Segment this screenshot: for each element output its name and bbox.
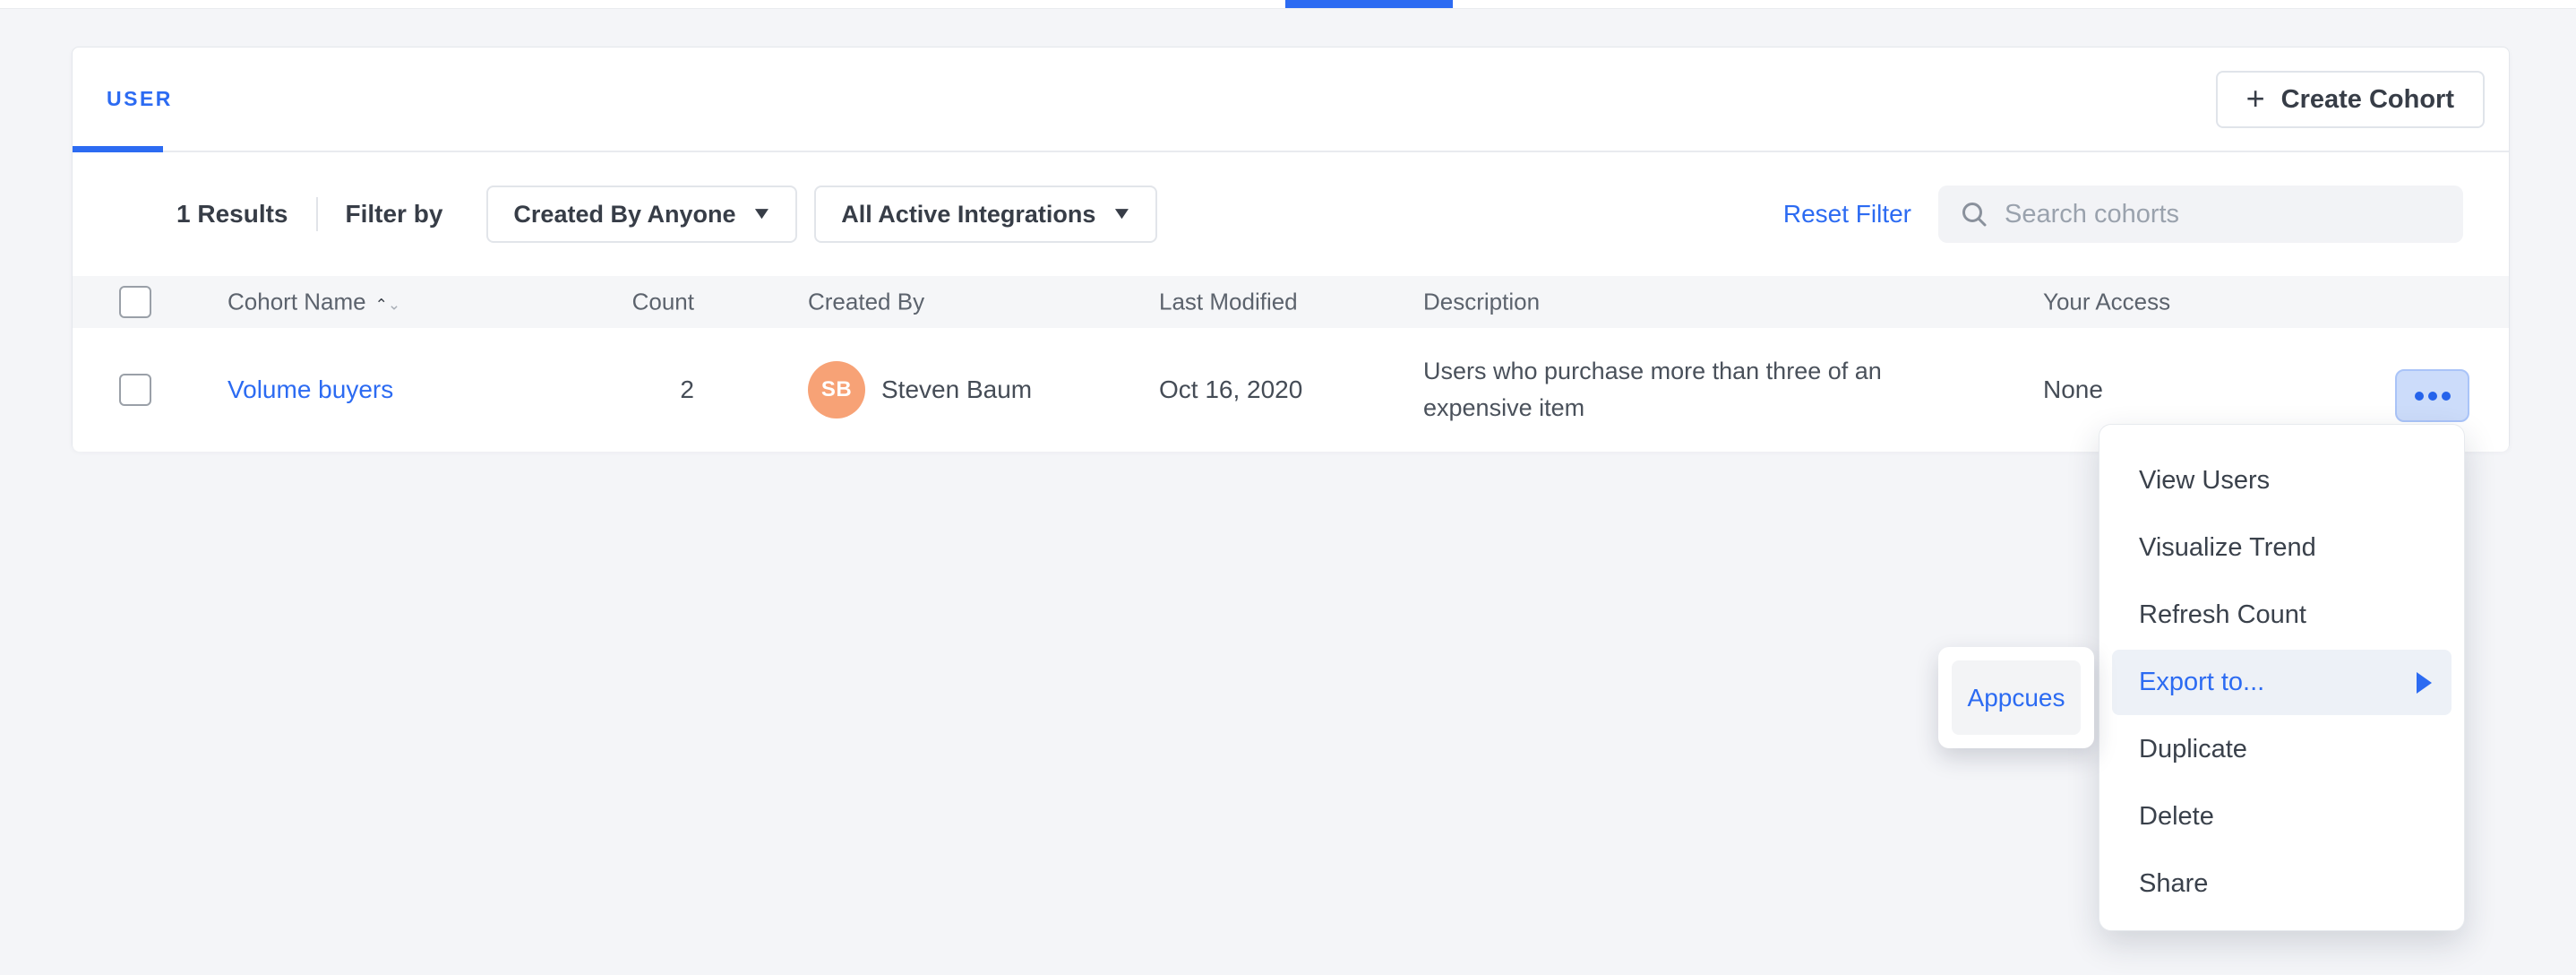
select-all-checkbox[interactable] xyxy=(119,286,151,318)
filter-by-label: Filter by xyxy=(346,200,443,229)
menu-item-share[interactable]: Share xyxy=(2099,850,2464,918)
header-your-access: Your Access xyxy=(2043,289,2170,316)
sort-icon: ⌃⌄ xyxy=(375,297,401,315)
export-submenu: Appcues xyxy=(1938,647,2094,748)
created-by-dropdown[interactable]: Created By Anyone ▼ xyxy=(486,186,797,243)
creator-name: Steven Baum xyxy=(881,375,1032,404)
cohorts-card: USER + Create Cohort 1 Results Filter by… xyxy=(72,47,2510,451)
integrations-dropdown-label: All Active Integrations xyxy=(841,201,1095,229)
tab-user[interactable]: USER xyxy=(107,87,173,111)
menu-item-view-users[interactable]: View Users xyxy=(2099,447,2464,514)
top-active-tab-indicator xyxy=(1285,0,1453,8)
search-box[interactable] xyxy=(1938,186,2463,243)
header-cohort-name[interactable]: Cohort Name ⌃⌄ xyxy=(228,289,400,316)
header-last-modified[interactable]: Last Modified xyxy=(1159,289,1298,316)
more-dots-icon xyxy=(2442,392,2451,401)
plus-icon: + xyxy=(2246,82,2265,115)
menu-item-export-to[interactable]: Export to... xyxy=(2112,650,2451,715)
create-cohort-label: Create Cohort xyxy=(2281,85,2454,115)
menu-item-export-to-label: Export to... xyxy=(2139,668,2264,697)
search-icon xyxy=(1960,200,1988,229)
row-actions-button[interactable] xyxy=(2395,369,2469,422)
reset-filter-link[interactable]: Reset Filter xyxy=(1783,200,1911,229)
last-modified-date: Oct 16, 2020 xyxy=(1159,375,1302,404)
cohort-description: Users who purchase more than three of an… xyxy=(1423,353,1920,427)
avatar: SB xyxy=(808,361,865,418)
search-input[interactable] xyxy=(2005,200,2442,229)
menu-item-refresh-count[interactable]: Refresh Count xyxy=(2099,582,2464,649)
menu-item-visualize-trend[interactable]: Visualize Trend xyxy=(2099,514,2464,582)
access-value: None xyxy=(2043,375,2103,404)
chevron-down-icon: ▼ xyxy=(1111,204,1133,224)
chevron-down-icon: ▼ xyxy=(751,204,773,224)
active-tab-indicator xyxy=(73,146,163,152)
create-cohort-button[interactable]: + Create Cohort xyxy=(2216,71,2485,128)
menu-item-delete[interactable]: Delete xyxy=(2099,783,2464,850)
top-tabbar-strip xyxy=(0,0,2576,9)
filter-bar: 1 Results Filter by Created By Anyone ▼ … xyxy=(73,152,2509,276)
header-cohort-name-label: Cohort Name xyxy=(228,289,366,315)
table-header: Cohort Name ⌃⌄ Count Created By Last Modi… xyxy=(73,276,2509,328)
integrations-dropdown[interactable]: All Active Integrations ▼ xyxy=(814,186,1157,243)
menu-item-duplicate[interactable]: Duplicate xyxy=(2099,716,2464,783)
header-count[interactable]: Count xyxy=(574,289,694,316)
row-actions-menu: View Users Visualize Trend Refresh Count… xyxy=(2099,424,2465,931)
tab-strip: USER + Create Cohort xyxy=(73,47,2509,152)
cohort-count: 2 xyxy=(574,375,694,404)
submenu-arrow-icon xyxy=(2417,672,2432,694)
divider xyxy=(316,197,318,231)
more-dots-icon xyxy=(2415,392,2424,401)
results-count: 1 Results xyxy=(176,200,288,229)
submenu-item-appcues[interactable]: Appcues xyxy=(1952,660,2081,735)
more-dots-icon xyxy=(2428,392,2437,401)
row-checkbox[interactable] xyxy=(119,374,151,406)
cohort-name-link[interactable]: Volume buyers xyxy=(228,375,393,403)
created-by-dropdown-label: Created By Anyone xyxy=(513,201,735,229)
header-description: Description xyxy=(1423,289,1540,316)
header-created-by[interactable]: Created By xyxy=(808,289,924,316)
